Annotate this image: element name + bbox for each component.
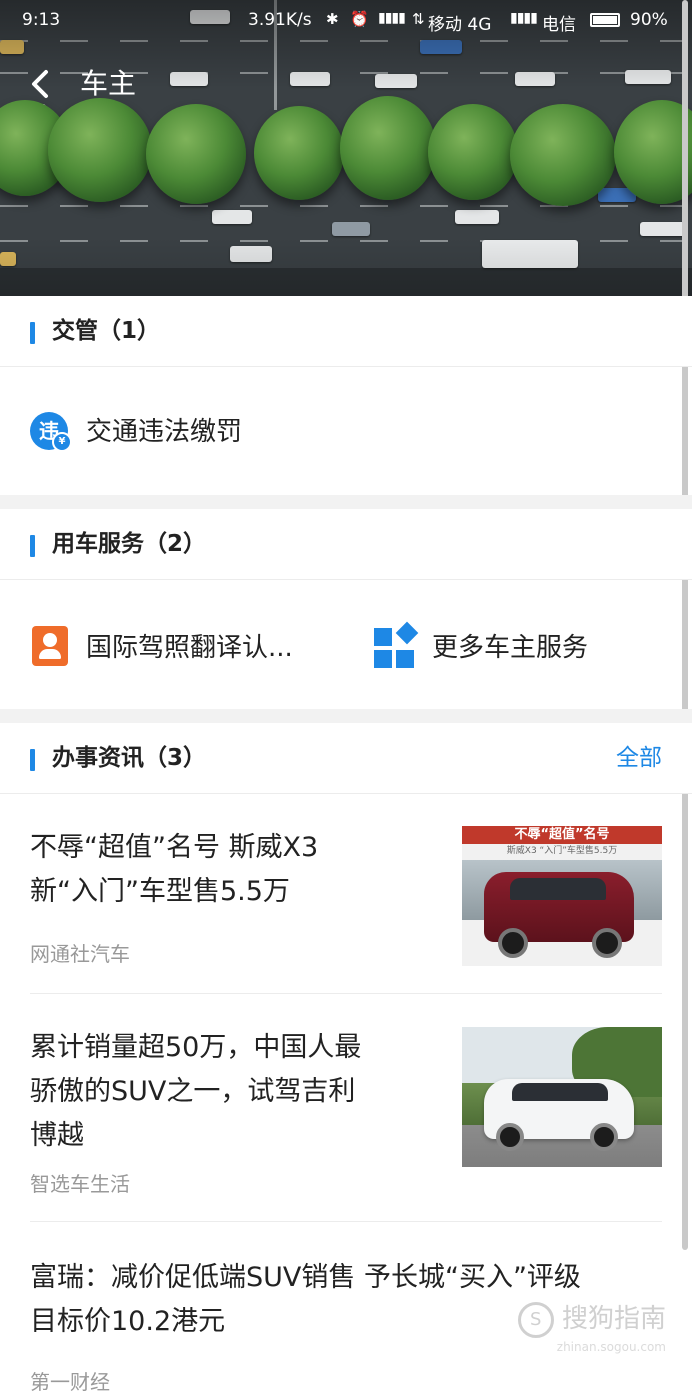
- battery-level: 90%: [630, 10, 668, 30]
- section-header-car-service: 用车服务（2）: [0, 509, 692, 580]
- grid-apps-icon: [374, 621, 419, 668]
- news-headline-line: 富瑞：减价促低端SUV销售 予长城“买入”评级: [30, 1262, 581, 1293]
- header-banner: 9:13 3.91K/s ✱ ⏰ ▮▮▮▮ ⇅ 移动 4G ▮▮▮▮ 电信 90…: [0, 0, 692, 296]
- news-headline-line: 新“入门”车型售5.5万: [30, 876, 290, 907]
- divider: [30, 993, 662, 994]
- watermark: S 搜狗指南: [517, 1298, 666, 1338]
- header-shade: [0, 0, 692, 296]
- bluetooth-icon: ✱: [326, 10, 339, 28]
- violation-icon: 违 ¥: [30, 412, 72, 452]
- carrier-2: 电信: [542, 15, 576, 35]
- grid-cell: [396, 650, 414, 668]
- section-accent-bar: [30, 322, 35, 344]
- section-gap: [0, 709, 692, 723]
- scrollbar[interactable]: [682, 0, 688, 1250]
- service-item-more[interactable]: 更多车主服务: [374, 616, 664, 676]
- section-title: 交管（1）: [52, 318, 161, 344]
- service-label: 更多车主服务: [432, 633, 589, 663]
- signal-icon: ▮▮▮▮: [378, 10, 406, 26]
- yuan-badge-icon: ¥: [52, 432, 72, 452]
- news-headline-line: 不辱“超值”名号 斯威X3: [30, 832, 319, 863]
- battery-fill: [593, 16, 617, 24]
- battery-icon: [590, 13, 620, 27]
- section-title: 办事资讯（3）: [52, 745, 207, 771]
- thumb-banner: 不辱“超值”名号: [462, 826, 662, 844]
- news-headline-line: 累计销量超50万，中国人最: [30, 1032, 362, 1063]
- news-item[interactable]: 累计销量超50万，中国人最 骄傲的SUV之一，试驾吉利 博越 智选车生活: [30, 1022, 662, 1212]
- car-window: [512, 1083, 608, 1101]
- section-accent-bar: [30, 535, 35, 557]
- news-source: 网通社汽车: [30, 942, 130, 966]
- alarm-icon: ⏰: [350, 10, 369, 28]
- page-title: 车主: [80, 67, 137, 100]
- news-thumbnail: [462, 1027, 662, 1167]
- data-transfer-icon: ⇅: [412, 10, 425, 28]
- service-item-intl-license[interactable]: 国际驾照翻译认...: [30, 616, 330, 676]
- news-source: 第一财经: [30, 1370, 110, 1394]
- section-title: 用车服务（2）: [52, 531, 207, 557]
- status-time: 9:13: [22, 10, 61, 30]
- grid-cell: [374, 650, 392, 668]
- section-header-traffic: 交管（1）: [0, 296, 692, 367]
- news-headline-line: 博越: [30, 1120, 84, 1151]
- section-header-news: 办事资讯（3） 全部: [0, 723, 692, 794]
- service-label: 国际驾照翻译认...: [86, 633, 293, 663]
- traffic-violation-item[interactable]: 违 ¥ 交通违法缴罚: [30, 400, 330, 460]
- section-gap: [0, 495, 692, 509]
- signal-icon-2: ▮▮▮▮: [510, 10, 538, 26]
- car-wheel: [590, 1123, 618, 1151]
- car-wheel: [496, 1123, 524, 1151]
- car-wheel: [592, 928, 622, 958]
- carrier-1: 移动 4G: [428, 15, 492, 35]
- watermark-text: 搜狗指南: [561, 1304, 666, 1334]
- watermark-sub: zhinan.sogou.com: [556, 1340, 666, 1354]
- grid-cell: [374, 628, 392, 646]
- car-wheel: [498, 928, 528, 958]
- section-accent-bar: [30, 749, 35, 771]
- news-item[interactable]: 不辱“超值”名号 斯威X3 新“入门”车型售5.5万 网通社汽车 不辱“超值”名…: [30, 820, 662, 990]
- chevron-left-icon: [32, 70, 48, 98]
- news-source: 智选车生活: [30, 1172, 130, 1196]
- divider: [30, 1221, 662, 1222]
- id-card-icon: [32, 626, 68, 666]
- view-all-link[interactable]: 全部: [616, 741, 662, 775]
- id-card-head: [43, 633, 57, 647]
- grid-cell: [395, 621, 419, 645]
- id-card-body: [39, 649, 61, 659]
- back-button[interactable]: [24, 64, 64, 104]
- traffic-violation-label: 交通违法缴罚: [86, 417, 243, 447]
- news-thumbnail: 不辱“超值”名号 斯威X3 “入门”车型售5.5万: [462, 826, 662, 966]
- news-headline-line: 骄傲的SUV之一，试驾吉利: [30, 1076, 356, 1107]
- status-bar: 9:13 3.91K/s ✱ ⏰ ▮▮▮▮ ⇅ 移动 4G ▮▮▮▮ 电信 90…: [0, 6, 692, 36]
- car-window: [510, 878, 606, 900]
- thumb-sub: 斯威X3 “入门”车型售5.5万: [506, 846, 618, 856]
- news-headline-line: 目标价10.2港元: [30, 1306, 226, 1337]
- network-speed: 3.91K/s: [248, 10, 312, 30]
- sogou-logo-icon: S: [517, 1301, 554, 1338]
